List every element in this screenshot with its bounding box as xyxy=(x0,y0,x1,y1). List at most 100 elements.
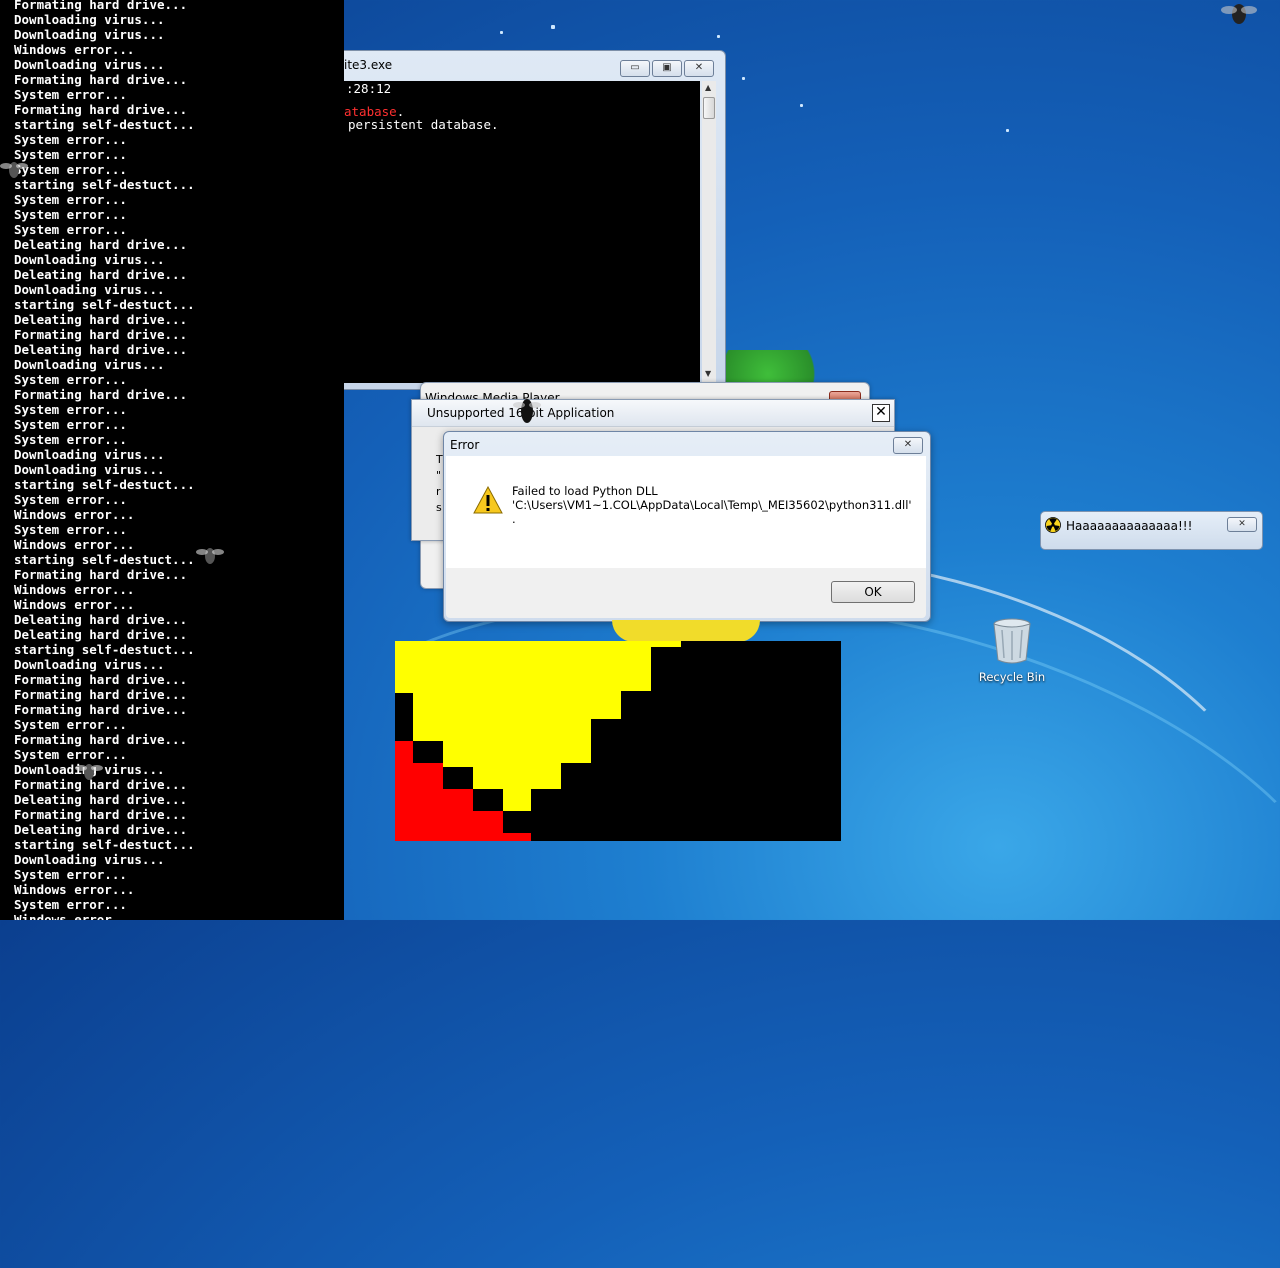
console-line: Downloading virus... xyxy=(14,447,165,462)
console-line: System error... xyxy=(14,492,127,507)
console-line: starting self-destuct... xyxy=(14,297,195,312)
console-line: System error... xyxy=(14,207,127,222)
radiation-icon xyxy=(1045,517,1061,533)
console-line: Windows error... xyxy=(14,507,135,522)
console-line: starting self-destuct... xyxy=(14,552,195,567)
console-line: Windows error... xyxy=(14,537,135,552)
dialog-footer: OK xyxy=(446,568,926,618)
console-line: Deleating hard drive... xyxy=(14,822,188,837)
warning-icon xyxy=(473,486,503,514)
console-output: Formating hard drive... Downloading virus… xyxy=(14,0,344,920)
console-line: System error... xyxy=(14,717,127,732)
wallpaper-star xyxy=(800,104,803,107)
console-line: :28:12 xyxy=(346,81,392,96)
console-line: System error... xyxy=(14,222,127,237)
console-line: Windows error... xyxy=(14,582,135,597)
console-line: Downloading virus... xyxy=(14,12,165,27)
close-button[interactable]: ✕ xyxy=(1227,517,1257,532)
dialog-text-line: T xyxy=(436,453,443,466)
console-line: starting self-destuct... xyxy=(14,642,195,657)
recycle-bin-shortcut[interactable]: Recycle Bin xyxy=(977,618,1047,684)
console-line: starting self-destuct... xyxy=(14,477,195,492)
console-line: Deleating hard drive... xyxy=(14,312,188,327)
console-line: Downloading virus... xyxy=(14,57,165,72)
console-line: Formating hard drive... xyxy=(14,687,188,702)
wallpaper-star xyxy=(742,77,745,80)
console-line: Downloading virus... xyxy=(14,357,165,372)
dialog-text-line: s xyxy=(436,501,442,514)
console-line: Deleating hard drive... xyxy=(14,342,188,357)
console-line: Downloading virus... xyxy=(14,252,165,267)
console-line: Formating hard drive... xyxy=(14,387,188,402)
window-title: ite3.exe xyxy=(344,58,393,72)
console-output: :28:12 atabase. persistent database. xyxy=(344,81,700,383)
minimize-button[interactable]: ▭ xyxy=(620,60,650,77)
console-line: Windows error... xyxy=(14,882,135,897)
console-line: Deleating hard drive... xyxy=(14,267,188,282)
close-button[interactable]: ✕ xyxy=(684,60,714,77)
recycle-bin-label: Recycle Bin xyxy=(978,670,1046,684)
console-line: Windows error... xyxy=(14,42,135,57)
dialog-text-line: " xyxy=(436,469,442,482)
console-line: Downloading virus... xyxy=(14,282,165,297)
vertical-scrollbar[interactable]: ▲ ▼ xyxy=(702,81,716,383)
console-line: Windows error... xyxy=(14,597,135,612)
console-line: Downloading virus... xyxy=(14,462,165,477)
console-line: Windows error... xyxy=(14,912,135,920)
dialog-text: T " r s xyxy=(436,452,443,516)
haa-popup-window[interactable]: Haaaaaaaaaaaaaa!!! ✕ xyxy=(1040,511,1263,550)
wallpaper-star xyxy=(717,35,720,38)
console-line: System error... xyxy=(14,402,127,417)
scroll-down-icon[interactable]: ▼ xyxy=(705,369,711,378)
console-line: Deleating hard drive... xyxy=(14,627,188,642)
console-line: Formating hard drive... xyxy=(14,702,188,717)
console-line: System error... xyxy=(14,132,127,147)
wallpaper-star xyxy=(500,31,503,34)
console-line: Formating hard drive... xyxy=(14,72,188,87)
error-message: Failed to load Python DLL 'C:\Users\VM1~1… xyxy=(512,484,912,526)
console-line: Formating hard drive... xyxy=(14,102,188,117)
console-line: starting self-destuct... xyxy=(14,117,195,132)
left-console-window[interactable]: Formating hard drive... Downloading virus… xyxy=(0,0,344,920)
error-message-line: 'C:\Users\VM1~1.COL\AppData\Local\Temp\_… xyxy=(512,498,912,512)
error-message-line: Failed to load Python DLL xyxy=(512,484,658,498)
pixel-art-window[interactable] xyxy=(395,641,841,841)
close-button[interactable]: ✕ xyxy=(872,404,890,422)
maximize-button[interactable]: ▣ xyxy=(652,60,682,77)
console-line: Formating hard drive... xyxy=(14,672,188,687)
console-line: System error... xyxy=(14,147,127,162)
window-title: Error xyxy=(450,438,480,452)
console-line: System error... xyxy=(14,747,127,762)
console-line: System error... xyxy=(14,162,127,177)
console-line: Downloading virus... xyxy=(14,762,165,777)
console-line: starting self-destuct... xyxy=(14,837,195,852)
console-line: Downloading virus... xyxy=(14,657,165,672)
fly-icon xyxy=(513,399,541,423)
console-line: Formating hard drive... xyxy=(14,567,188,582)
scroll-thumb[interactable] xyxy=(703,97,715,119)
console-line: System error... xyxy=(14,867,127,882)
console-line: starting self-destuct... xyxy=(14,177,195,192)
console-line: System error... xyxy=(14,432,127,447)
console-line: Formating hard drive... xyxy=(14,807,188,822)
yellow-shape xyxy=(612,620,760,642)
error-message-line: . xyxy=(512,512,516,526)
dialog-content: Failed to load Python DLL 'C:\Users\VM1~1… xyxy=(446,456,926,568)
fly-icon xyxy=(75,764,103,780)
fly-icon xyxy=(0,162,28,178)
console-line: System error... xyxy=(14,522,127,537)
recycle-bin-icon xyxy=(993,618,1031,664)
fly-icon xyxy=(1221,4,1257,24)
console-line: Downloading virus... xyxy=(14,852,165,867)
console-line: Formating hard drive... xyxy=(14,777,188,792)
console-line: System error... xyxy=(14,87,127,102)
error-dialog[interactable]: Error ✕ Failed to load Python DLL 'C:\Use… xyxy=(443,431,931,622)
close-button[interactable]: ✕ xyxy=(893,437,923,454)
console-line: Deleating hard drive... xyxy=(14,792,188,807)
wallpaper-star xyxy=(551,25,555,29)
console-line: System error... xyxy=(14,417,127,432)
console-window[interactable]: ite3.exe ▭ ▣ ✕ :28:12 atabase. persisten… xyxy=(344,50,726,390)
scroll-up-icon[interactable]: ▲ xyxy=(705,83,711,92)
ok-button[interactable]: OK xyxy=(831,581,915,603)
console-line: System error... xyxy=(14,192,127,207)
